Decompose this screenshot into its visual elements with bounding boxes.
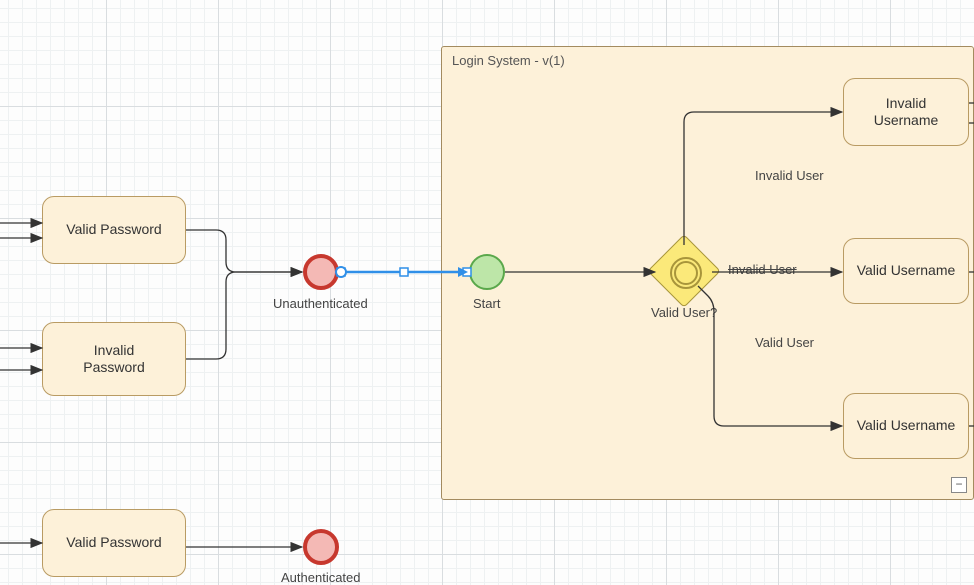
diagram-canvas[interactable]: Login System - v(1) − Valid Password Inv… — [0, 0, 974, 585]
pool-title: Login System - v(1) — [452, 53, 565, 68]
label-unauthenticated: Unauthenticated — [273, 296, 368, 311]
task-valid-password-bottom[interactable]: Valid Password — [42, 509, 186, 577]
edge-label-invalid-user-top: Invalid User — [755, 168, 824, 183]
edge-label-invalid-user-mid: Invalid User — [728, 262, 797, 277]
pool-collapse-button[interactable]: − — [951, 477, 967, 493]
task-invalid-username[interactable]: Invalid Username — [843, 78, 969, 146]
label-start: Start — [473, 296, 500, 311]
task-invalid-password[interactable]: Invalid Password — [42, 322, 186, 396]
label-authenticated: Authenticated — [281, 570, 361, 585]
end-event-authenticated[interactable] — [303, 529, 339, 565]
task-valid-password-top[interactable]: Valid Password — [42, 196, 186, 264]
task-valid-username-mid[interactable]: Valid Username — [843, 238, 969, 304]
label-gateway: Valid User? — [651, 305, 717, 320]
end-event-unauthenticated[interactable] — [303, 254, 339, 290]
task-valid-username-bot[interactable]: Valid Username — [843, 393, 969, 459]
edge-label-valid-user: Valid User — [755, 335, 814, 350]
gateway-valid-user[interactable] — [658, 245, 710, 297]
start-event[interactable] — [469, 254, 505, 290]
